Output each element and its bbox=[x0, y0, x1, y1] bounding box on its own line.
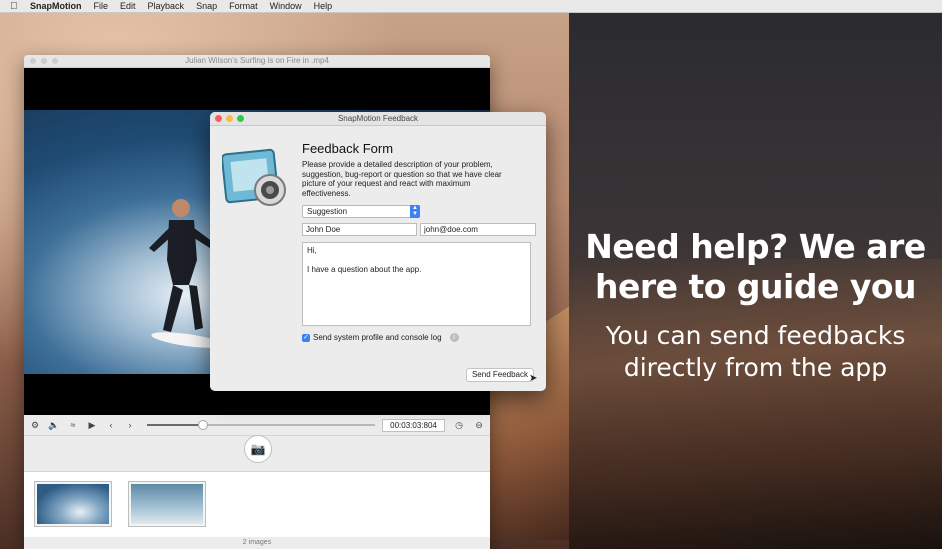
promo-panel: Need help? We are here to guide you You … bbox=[569, 12, 942, 549]
feedback-dialog: SnapMotion Feedback Feedback Form Please… bbox=[210, 112, 546, 391]
menu-format[interactable]: Format bbox=[229, 1, 258, 11]
volume-icon[interactable]: 🔈 bbox=[46, 420, 62, 431]
timecode-display[interactable]: 00:03:03:804 bbox=[382, 419, 445, 432]
window-title: Julian Wilson's Surfing is on Fire in .m… bbox=[185, 56, 329, 65]
menu-help[interactable]: Help bbox=[314, 1, 333, 11]
zoom-out-icon[interactable]: ⊖ bbox=[471, 420, 487, 431]
close-button[interactable] bbox=[30, 58, 36, 64]
menu-edit[interactable]: Edit bbox=[120, 1, 136, 11]
minimize-button[interactable] bbox=[41, 58, 47, 64]
timeline-slider[interactable] bbox=[147, 420, 375, 430]
previous-frame-icon[interactable]: ‹ bbox=[103, 420, 119, 430]
next-frame-icon[interactable]: › bbox=[122, 420, 138, 430]
apple-menu-icon[interactable]:  bbox=[10, 1, 20, 12]
timeline-knob[interactable] bbox=[197, 420, 208, 430]
main-window-titlebar[interactable]: Julian Wilson's Surfing is on Fire in .m… bbox=[24, 55, 490, 68]
name-field[interactable]: John Doe bbox=[302, 223, 417, 236]
status-bar: 2 images bbox=[24, 537, 490, 549]
category-value: Suggestion bbox=[307, 207, 348, 216]
menu-window[interactable]: Window bbox=[270, 1, 302, 11]
send-feedback-button[interactable]: Send Feedback bbox=[466, 368, 534, 382]
menu-snap[interactable]: Snap bbox=[196, 1, 217, 11]
chevron-updown-icon: ▲ ▼ bbox=[410, 205, 420, 218]
snapmotion-app-icon bbox=[222, 148, 286, 206]
info-icon[interactable]: i bbox=[449, 333, 459, 342]
snapshot-strip bbox=[24, 471, 490, 538]
promo-headline: Need help? We are here to guide you bbox=[585, 227, 926, 306]
snapshot-camera-button[interactable]: 📷 bbox=[244, 435, 272, 463]
system-profile-checkbox-row[interactable]: ✓ Send system profile and console log i bbox=[302, 333, 459, 342]
dialog-titlebar[interactable]: SnapMotion Feedback bbox=[210, 112, 546, 126]
email-field[interactable]: john@doe.com bbox=[420, 223, 536, 236]
checkbox-checked-icon[interactable]: ✓ bbox=[302, 333, 310, 342]
timeline-progress bbox=[147, 424, 202, 426]
snapshot-thumbnail[interactable] bbox=[128, 481, 206, 527]
snapshot-thumbnail[interactable] bbox=[34, 481, 112, 527]
menu-playback[interactable]: Playback bbox=[148, 1, 185, 11]
dialog-minimize-button[interactable] bbox=[226, 115, 233, 122]
play-icon[interactable]: ▶ bbox=[84, 420, 100, 431]
menu-bar:  SnapMotion File Edit Playback Snap For… bbox=[0, 0, 942, 13]
menu-file[interactable]: File bbox=[94, 1, 109, 11]
zoom-button[interactable] bbox=[52, 58, 58, 64]
category-select[interactable]: Suggestion ▲ ▼ bbox=[302, 205, 420, 218]
message-textarea[interactable]: Hi, I have a question about the app. bbox=[302, 242, 531, 326]
dialog-zoom-button[interactable] bbox=[237, 115, 244, 122]
slow-motion-icon[interactable]: ≈ bbox=[65, 420, 81, 430]
loop-icon[interactable]: ◷ bbox=[451, 420, 467, 431]
dialog-title: SnapMotion Feedback bbox=[337, 114, 419, 123]
menu-app-name[interactable]: SnapMotion bbox=[30, 1, 82, 11]
promo-subline: You can send feedbacks directly from the… bbox=[605, 321, 906, 382]
checkbox-label: Send system profile and console log bbox=[313, 333, 442, 342]
settings-icon[interactable]: ⚙ bbox=[27, 420, 43, 431]
form-heading: Feedback Form bbox=[302, 141, 394, 156]
surfer-figure bbox=[149, 199, 219, 348]
playback-controls: ⚙ 🔈 ≈ ▶ ‹ › 00:03:03:804 ◷ ⊖ bbox=[24, 415, 490, 436]
mouse-cursor-icon: ➤ bbox=[529, 373, 538, 384]
form-description: Please provide a detailed description of… bbox=[302, 160, 502, 198]
dialog-close-button[interactable] bbox=[215, 115, 222, 122]
